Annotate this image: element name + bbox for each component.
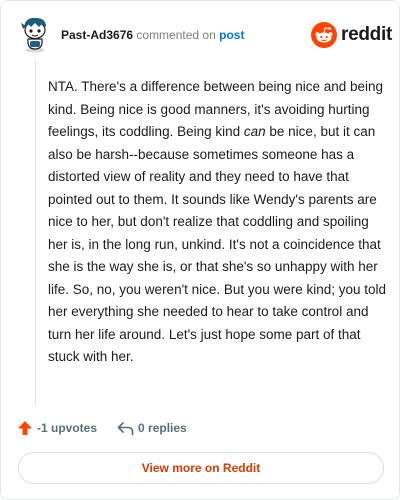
reddit-wordmark: reddit <box>341 24 392 45</box>
post-link[interactable]: post <box>219 28 244 42</box>
username[interactable]: Past-Ad3676 <box>61 28 133 42</box>
reply-arrow-icon <box>117 421 134 435</box>
upvote-stat[interactable]: -1 upvotes <box>17 420 97 436</box>
comment-meta: Past-Ad3676 commented on post <box>61 27 244 43</box>
reply-stat[interactable]: 0 replies <box>117 421 187 436</box>
reddit-logo[interactable]: reddit <box>311 22 392 48</box>
comment-action-text: commented on <box>136 28 216 42</box>
view-more-button[interactable]: View more on Reddit <box>18 452 384 484</box>
upvote-arrow-icon <box>18 421 32 435</box>
thread-line <box>35 61 36 406</box>
comment-footer: -1 upvotes 0 replies <box>17 417 207 439</box>
comment-body: NTA. There's a difference between being … <box>48 76 388 369</box>
comment-text-part2: be nice, but it can also be harsh--becau… <box>48 124 387 364</box>
snoo-avatar-icon[interactable] <box>19 15 51 53</box>
comment-card: Past-Ad3676 commented on post reddit NTA… <box>0 0 400 500</box>
reply-count: 0 replies <box>138 421 187 435</box>
comment-header: Past-Ad3676 commented on post reddit <box>19 15 392 55</box>
comment-emphasis: can <box>243 124 266 139</box>
upvote-count: -1 upvotes <box>37 421 98 435</box>
reddit-snoo-icon <box>311 22 337 48</box>
